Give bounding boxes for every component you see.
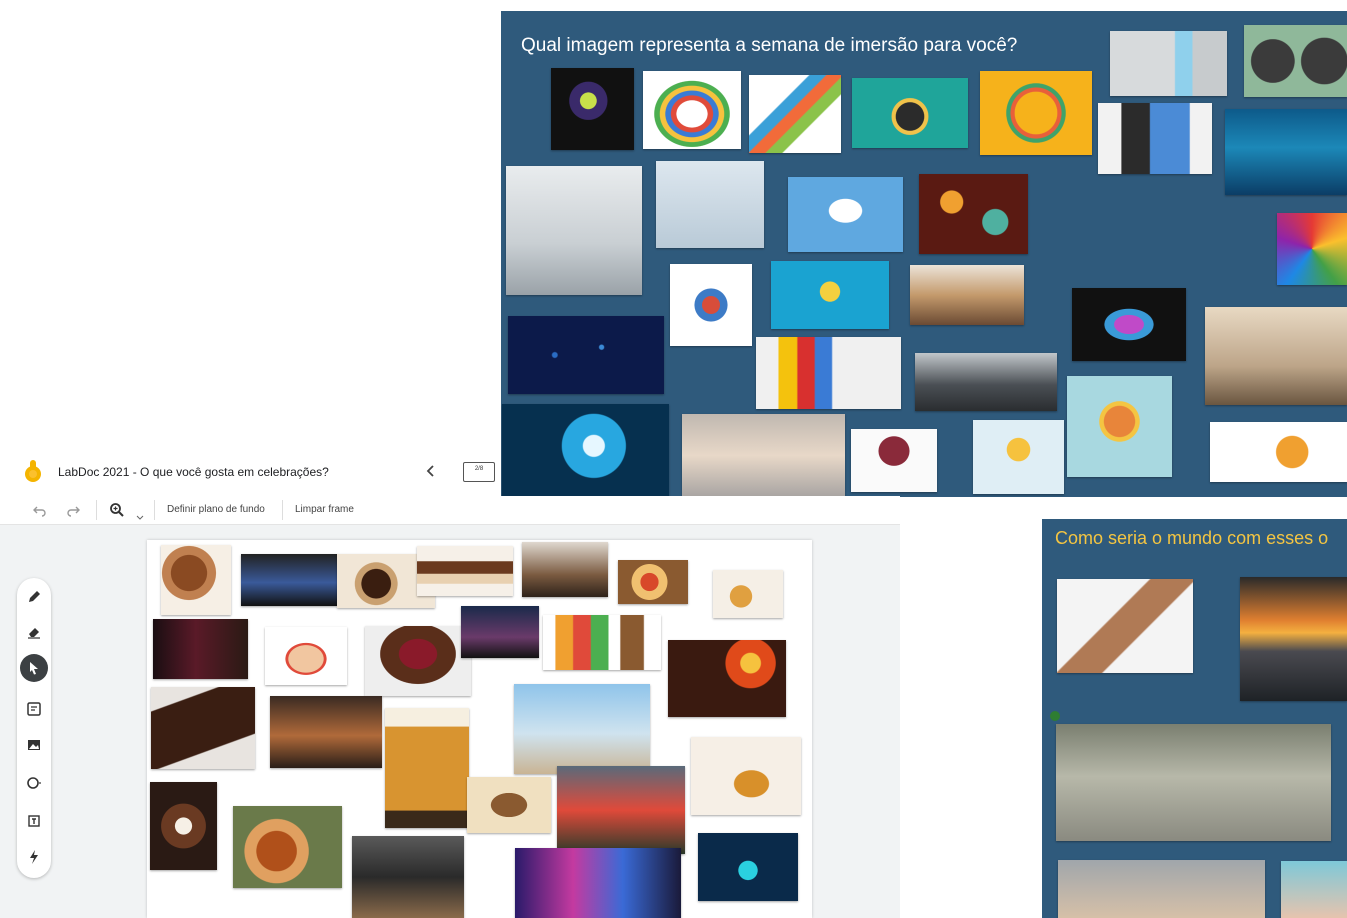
set-background-button[interactable]: Definir plano de fundo — [167, 504, 265, 515]
image-man-cliff[interactable] — [1205, 307, 1347, 405]
image-pizza[interactable] — [618, 560, 688, 604]
image-people-circle[interactable] — [643, 71, 741, 149]
cursor-icon — [30, 662, 38, 675]
image-icon — [28, 740, 40, 750]
jamboard-logo-icon — [22, 459, 44, 483]
image-underwater[interactable] — [1225, 109, 1347, 195]
undo-icon[interactable] — [33, 503, 47, 517]
image-group-celebration[interactable] — [557, 766, 685, 854]
toolbar — [0, 496, 900, 525]
image-hands-circle-yellow[interactable] — [980, 71, 1092, 155]
image-guitar-notes[interactable] — [691, 737, 801, 815]
laser-tool[interactable] — [17, 843, 51, 871]
image-man-walking-horizon[interactable] — [656, 161, 764, 248]
image-puzzle-hands[interactable] — [670, 264, 752, 346]
image-hands-reaching[interactable] — [1057, 579, 1193, 673]
sticky-note-icon — [27, 702, 41, 716]
image-praying-hands[interactable] — [1058, 860, 1265, 918]
document-title[interactable]: LabDoc 2021 - O que você gosta em celebr… — [58, 465, 329, 479]
image-lego-figures[interactable] — [756, 337, 901, 409]
image-dancing-people[interactable] — [241, 554, 337, 606]
image-faces-binoculars[interactable] — [1098, 103, 1212, 174]
tool-panel — [17, 578, 51, 878]
image-barbecue-grill[interactable] — [352, 836, 464, 918]
image-owl[interactable] — [551, 68, 634, 150]
image-meditation-sunset[interactable] — [682, 414, 845, 497]
image-tool[interactable] — [17, 731, 51, 759]
image-wine-bottle[interactable] — [153, 619, 248, 679]
frames-icon — [463, 462, 495, 482]
eraser-tool[interactable] — [17, 618, 51, 646]
chevron-left-icon[interactable] — [424, 464, 438, 478]
toolbar-separator — [282, 500, 283, 520]
image-hand-blurred[interactable] — [1281, 861, 1347, 918]
image-brain-icons[interactable] — [1067, 376, 1172, 477]
clear-frame-button[interactable]: Limpar frame — [295, 504, 354, 515]
image-toasting-cups[interactable] — [150, 782, 217, 870]
image-sweets-plate[interactable] — [265, 627, 347, 685]
board-title-2: Como seria o mundo com esses o — [1055, 528, 1329, 548]
redo-icon[interactable] — [66, 503, 80, 517]
image-tree-in-cloud[interactable] — [788, 177, 903, 252]
image-coxinhas[interactable] — [713, 570, 783, 618]
shape-tool[interactable] — [17, 769, 51, 797]
zoom-dropdown-icon[interactable] — [136, 508, 144, 520]
image-starry-sky[interactable] — [508, 316, 664, 394]
image-fried-snacks[interactable] — [233, 806, 342, 888]
question-board-immersion: Qual imagem representa a semana de imers… — [501, 11, 1347, 497]
image-cake-slice[interactable] — [417, 546, 513, 596]
image-bubbles[interactable] — [919, 174, 1028, 254]
image-hands-colors[interactable] — [1277, 213, 1347, 285]
textbox-tool[interactable] — [17, 807, 51, 835]
image-party-crowd-1[interactable] — [461, 606, 539, 658]
board-title: Qual imagem representa a semana de imers… — [521, 35, 1018, 56]
toolbar-separator — [96, 500, 97, 520]
image-colorful-brain-network[interactable] — [1072, 288, 1186, 361]
image-smiley-balls[interactable] — [771, 261, 889, 329]
circle-icon — [27, 777, 41, 789]
frames-button[interactable]: 2/8 — [463, 460, 495, 484]
image-grilled-food[interactable] — [467, 777, 551, 833]
image-woman-hair[interactable] — [522, 542, 608, 597]
image-lightbulbs[interactable] — [502, 404, 669, 497]
image-beer-glass[interactable] — [385, 708, 469, 828]
frame-counter: 2/8 — [474, 466, 484, 472]
question-board-world: Como seria o mundo com esses o — [1042, 519, 1347, 918]
image-sunset-sea[interactable] — [1240, 577, 1347, 701]
image-concert-fireworks[interactable] — [668, 640, 786, 717]
toolbar-separator — [154, 500, 155, 520]
image-stage-lights[interactable] — [698, 833, 798, 901]
sticky-marker — [1050, 711, 1060, 721]
image-berry-cake[interactable] — [365, 626, 471, 696]
image-chocolate-cake[interactable] — [151, 687, 255, 769]
image-gears-people[interactable] — [1210, 422, 1347, 482]
image-head-mind[interactable] — [852, 78, 968, 148]
pen-icon — [29, 591, 40, 602]
laser-icon — [30, 850, 38, 864]
image-festival-crowd[interactable] — [515, 848, 681, 918]
image-muffins[interactable] — [161, 545, 231, 615]
image-hands-stack[interactable] — [910, 265, 1024, 325]
image-dinner-party[interactable] — [270, 696, 382, 768]
sticky-note-tool[interactable] — [17, 695, 51, 723]
image-door-light[interactable] — [1110, 31, 1227, 96]
image-friends-jumping-beach[interactable] — [514, 684, 650, 774]
textbox-icon — [28, 815, 40, 827]
jam-frame[interactable] — [147, 540, 812, 918]
image-juice-bottles[interactable] — [543, 615, 661, 670]
image-idea-bulb-people[interactable] — [973, 420, 1064, 494]
zoom-icon[interactable] — [109, 502, 125, 518]
select-tool[interactable] — [20, 654, 48, 682]
pen-tool[interactable] — [17, 583, 51, 611]
image-puzzle-team[interactable] — [749, 75, 841, 153]
image-businessman-binoculars[interactable] — [506, 166, 642, 295]
image-brains-connect[interactable] — [1244, 25, 1347, 97]
image-group-people[interactable] — [915, 353, 1057, 411]
eraser-icon — [28, 628, 40, 639]
image-children-apple[interactable] — [1056, 724, 1331, 841]
image-people-trees[interactable] — [851, 429, 937, 492]
